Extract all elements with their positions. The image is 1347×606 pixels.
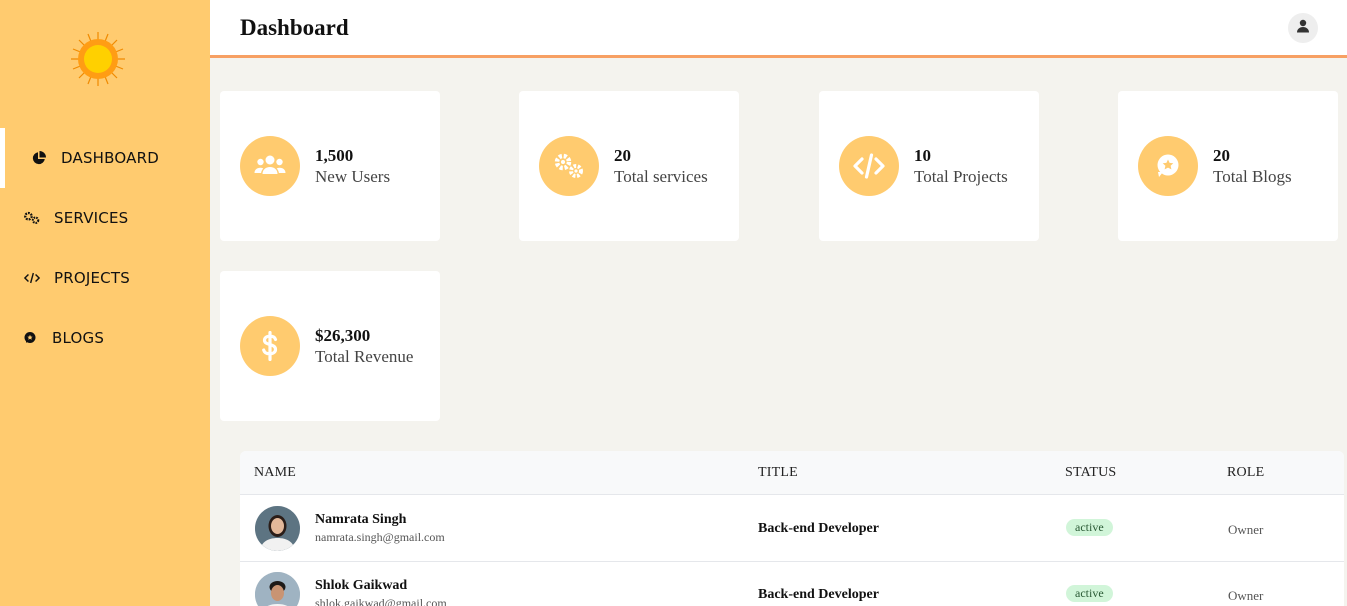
status-badge: active (1066, 585, 1113, 602)
sidebar-item-label: PROJECTS (54, 269, 130, 287)
table-row[interactable]: Namrata Singh namrata.singh@gmail.com Ba… (240, 496, 1344, 562)
user-name: Shlok Gaikwad (315, 578, 408, 593)
stat-value: 20 (1213, 146, 1230, 165)
user-email: shlok.gaikwad@gmail.com (315, 596, 447, 606)
user-email: namrata.singh@gmail.com (315, 530, 445, 544)
user-menu-button[interactable] (1288, 13, 1318, 43)
users-table: NAME TITLE STATUS ROLE Namrata Singh nam… (240, 451, 1344, 606)
table-row[interactable]: Shlok Gaikwad shlok.gaikwad@gmail.com Ba… (240, 562, 1344, 606)
sidebar-item-dashboard[interactable]: DASHBOARD (0, 128, 210, 188)
avatar (255, 506, 300, 551)
sidebar: DASHBOARD SERVICES PROJECTS BLOGS (0, 0, 210, 606)
gears-icon (24, 210, 40, 226)
top-bar: Dashboard (210, 0, 1347, 58)
user-role: Owner (1228, 588, 1264, 603)
stat-card-blogs: 20 Total Blogs (1118, 91, 1338, 241)
sidebar-item-services[interactable]: SERVICES (0, 188, 210, 248)
column-header-title: TITLE (758, 465, 798, 480)
user-title: Back-end Developer (758, 587, 879, 602)
stat-card-services: 20 Total services (519, 91, 739, 241)
status-badge: active (1066, 519, 1113, 536)
stat-card-revenue: $26,300 Total Revenue (220, 271, 440, 421)
stat-label: Total Revenue (315, 347, 414, 366)
sidebar-item-label: DASHBOARD (61, 149, 159, 167)
sidebar-item-blogs[interactable]: BLOGS (0, 308, 210, 368)
code-icon (24, 270, 40, 286)
sidebar-item-projects[interactable]: PROJECTS (0, 248, 210, 308)
sidebar-item-label: BLOGS (52, 329, 105, 347)
stat-value: $26,300 (315, 326, 371, 345)
user-role: Owner (1228, 522, 1264, 537)
user-icon (1296, 19, 1310, 38)
comment-star-icon (1138, 136, 1198, 196)
dollar-icon (240, 316, 300, 376)
sidebar-item-label: SERVICES (54, 209, 129, 227)
page-title: Dashboard (240, 15, 349, 40)
gears-icon (539, 136, 599, 196)
table-header: NAME TITLE STATUS ROLE (240, 451, 1344, 495)
stat-label: Total Blogs (1213, 167, 1292, 186)
comment-star-icon (22, 330, 38, 346)
column-header-status: STATUS (1065, 465, 1117, 480)
stat-card-users: 1,500 New Users (220, 91, 440, 241)
stat-label: Total services (614, 167, 708, 186)
sun-logo (70, 31, 126, 87)
stat-label: Total Projects (914, 167, 1008, 186)
stat-value: 10 (914, 146, 931, 165)
stat-card-projects: 10 Total Projects (819, 91, 1039, 241)
column-header-role: ROLE (1227, 465, 1265, 480)
pie-chart-icon (31, 150, 47, 166)
avatar (255, 572, 300, 606)
stat-value: 1,500 (315, 146, 354, 165)
code-icon (839, 136, 899, 196)
user-title: Back-end Developer (758, 521, 879, 536)
stat-label: New Users (315, 167, 391, 186)
users-icon (240, 136, 300, 196)
stat-value: 20 (614, 146, 631, 165)
column-header-name: NAME (254, 465, 297, 480)
user-name: Namrata Singh (315, 512, 407, 527)
